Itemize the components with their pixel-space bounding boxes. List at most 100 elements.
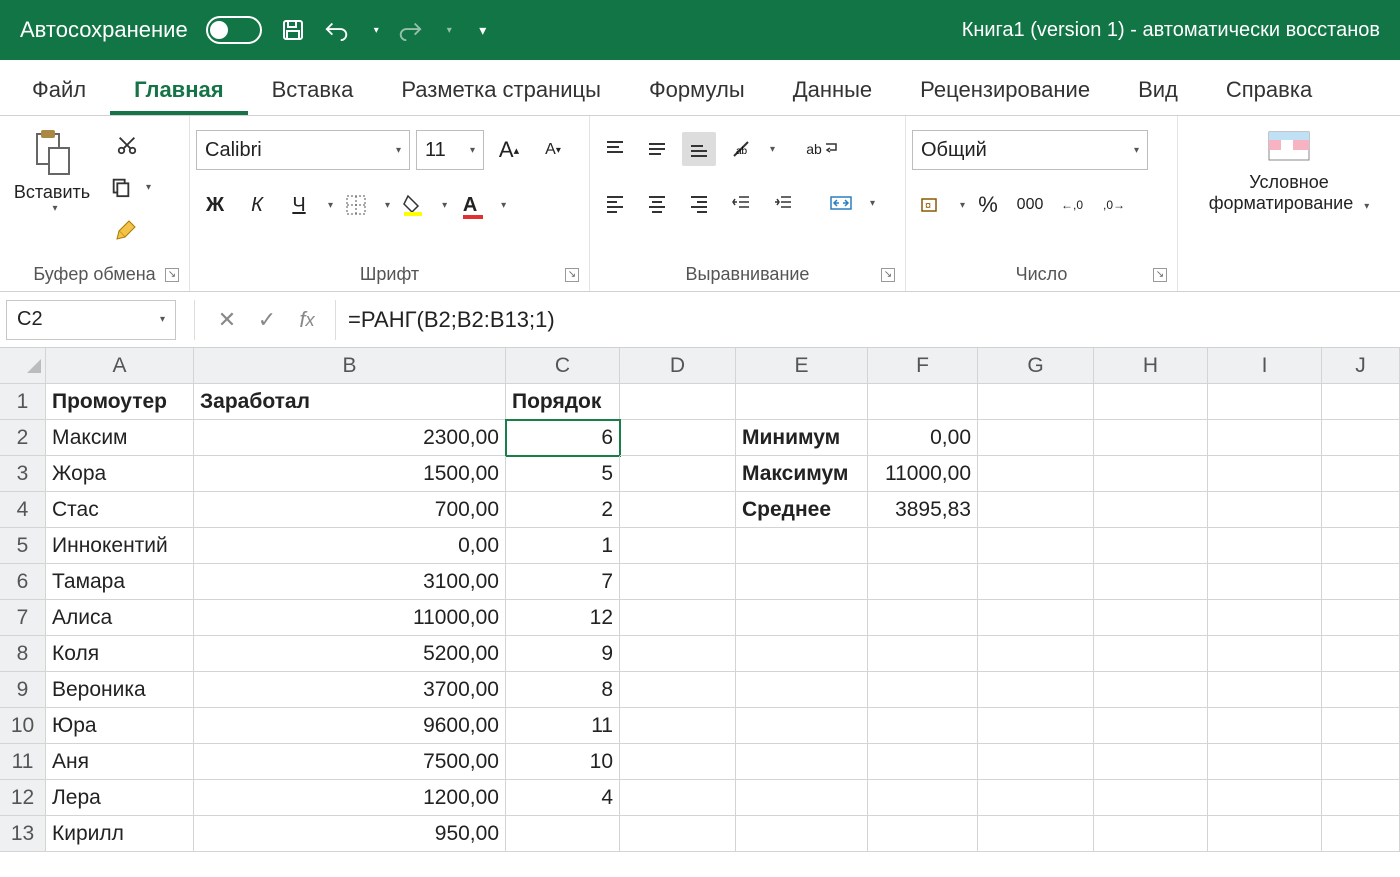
cell[interactable]	[1322, 780, 1400, 816]
paste-button[interactable]: Вставить ▾	[6, 122, 98, 218]
cell[interactable]	[736, 672, 868, 708]
cell[interactable]: Кирилл	[46, 816, 194, 852]
underline-button[interactable]: Ч	[282, 188, 316, 222]
cell[interactable]	[978, 636, 1094, 672]
row-header[interactable]: 6	[0, 564, 46, 600]
row-header[interactable]: 10	[0, 708, 46, 744]
cell[interactable]	[1322, 420, 1400, 456]
cell[interactable]	[506, 816, 620, 852]
cell[interactable]	[1322, 384, 1400, 420]
cell[interactable]	[620, 384, 736, 420]
cell[interactable]: Максимум	[736, 456, 868, 492]
cell[interactable]	[1208, 816, 1322, 852]
cell[interactable]	[1322, 600, 1400, 636]
cell[interactable]	[736, 564, 868, 600]
cell[interactable]: Алиса	[46, 600, 194, 636]
cell[interactable]	[620, 672, 736, 708]
cell[interactable]	[1208, 528, 1322, 564]
cell[interactable]	[620, 564, 736, 600]
cell[interactable]: 10	[506, 744, 620, 780]
decrease-decimal-icon[interactable]: ,0→	[1097, 188, 1131, 222]
cell[interactable]: Вероника	[46, 672, 194, 708]
row-header[interactable]: 11	[0, 744, 46, 780]
accounting-format-icon[interactable]: ¤	[914, 188, 948, 222]
cell[interactable]	[1094, 636, 1208, 672]
cell[interactable]: 11000,00	[868, 456, 978, 492]
cell[interactable]	[620, 420, 736, 456]
row-header[interactable]: 8	[0, 636, 46, 672]
row-header[interactable]: 13	[0, 816, 46, 852]
cell[interactable]: Жора	[46, 456, 194, 492]
cell[interactable]	[620, 780, 736, 816]
row-header[interactable]: 4	[0, 492, 46, 528]
cell[interactable]	[1094, 384, 1208, 420]
cell[interactable]	[868, 780, 978, 816]
cell[interactable]	[736, 600, 868, 636]
cell[interactable]	[736, 744, 868, 780]
column-header[interactable]: D	[620, 348, 736, 384]
cell[interactable]	[620, 636, 736, 672]
accept-formula-icon[interactable]: ✓	[247, 300, 287, 340]
cell[interactable]	[1208, 564, 1322, 600]
cell[interactable]	[1094, 708, 1208, 744]
cell[interactable]	[1322, 492, 1400, 528]
cell[interactable]	[620, 492, 736, 528]
column-header[interactable]: E	[736, 348, 868, 384]
cell[interactable]	[736, 528, 868, 564]
column-header[interactable]: G	[978, 348, 1094, 384]
number-launcher-icon[interactable]: ↘	[1153, 268, 1167, 282]
cell[interactable]	[868, 636, 978, 672]
clipboard-launcher-icon[interactable]: ↘	[165, 268, 179, 282]
cell[interactable]	[736, 708, 868, 744]
cell[interactable]	[868, 564, 978, 600]
align-top-icon[interactable]	[598, 132, 632, 166]
cell[interactable]	[1208, 636, 1322, 672]
cell[interactable]: 2300,00	[194, 420, 506, 456]
cell[interactable]	[620, 744, 736, 780]
cell[interactable]	[868, 708, 978, 744]
row-header[interactable]: 1	[0, 384, 46, 420]
cell[interactable]	[1208, 672, 1322, 708]
merge-center-icon[interactable]	[824, 186, 858, 220]
cell[interactable]: 0,00	[194, 528, 506, 564]
cell[interactable]: 5	[506, 456, 620, 492]
cell[interactable]: Тамара	[46, 564, 194, 600]
cell[interactable]	[978, 708, 1094, 744]
autosave-toggle[interactable]	[206, 16, 262, 44]
cell[interactable]	[1208, 708, 1322, 744]
fx-icon[interactable]: fx	[287, 300, 327, 340]
row-header[interactable]: 9	[0, 672, 46, 708]
cell[interactable]: 3700,00	[194, 672, 506, 708]
italic-button[interactable]: К	[240, 188, 274, 222]
font-launcher-icon[interactable]: ↘	[565, 268, 579, 282]
formula-input[interactable]: =РАНГ(B2;B2:B13;1)	[335, 300, 1400, 340]
cell[interactable]: 7	[506, 564, 620, 600]
cell[interactable]	[1094, 564, 1208, 600]
format-painter-icon[interactable]	[104, 212, 149, 246]
font-size-select[interactable]: 11▾	[416, 130, 484, 170]
tab-file[interactable]: Файл	[8, 67, 110, 115]
row-header[interactable]: 7	[0, 600, 46, 636]
cell[interactable]	[1322, 672, 1400, 708]
cell[interactable]	[1094, 528, 1208, 564]
cut-icon[interactable]	[104, 128, 149, 162]
cell[interactable]	[978, 672, 1094, 708]
cell[interactable]: Юра	[46, 708, 194, 744]
cell[interactable]: 3895,83	[868, 492, 978, 528]
cell[interactable]	[868, 816, 978, 852]
cell[interactable]: 950,00	[194, 816, 506, 852]
cell[interactable]	[1208, 780, 1322, 816]
cell[interactable]	[1208, 600, 1322, 636]
tab-help[interactable]: Справка	[1202, 67, 1336, 115]
tab-view[interactable]: Вид	[1114, 67, 1202, 115]
number-format-select[interactable]: Общий▾	[912, 130, 1148, 170]
align-bottom-icon[interactable]	[682, 132, 716, 166]
column-header[interactable]: B	[194, 348, 506, 384]
cell[interactable]	[978, 816, 1094, 852]
cell[interactable]	[1208, 420, 1322, 456]
conditional-formatting-button[interactable]: Условное форматирование ▾	[1189, 122, 1389, 218]
cell[interactable]	[736, 780, 868, 816]
tab-home[interactable]: Главная	[110, 67, 247, 115]
cell[interactable]	[978, 384, 1094, 420]
cell[interactable]: 11	[506, 708, 620, 744]
